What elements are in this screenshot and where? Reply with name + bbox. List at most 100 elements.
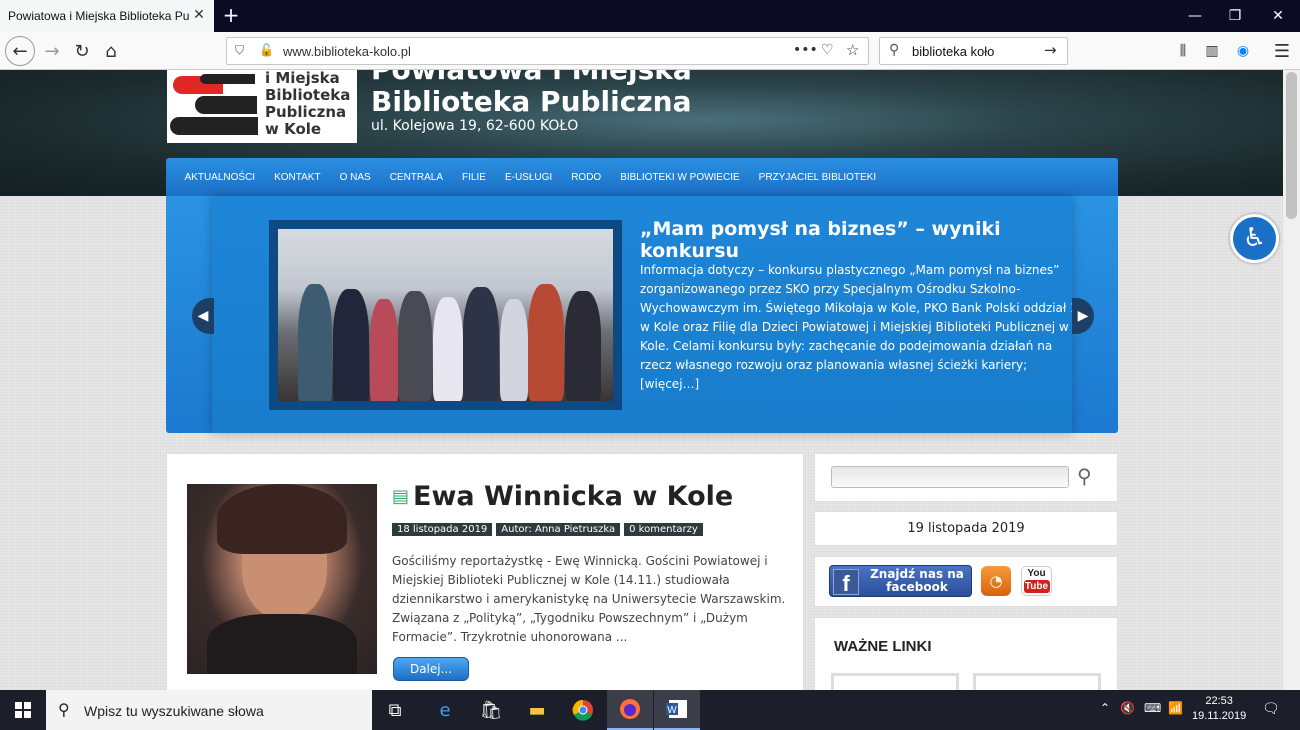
slide-text-body: Informacja dotyczy – konkursu plastyczne… — [640, 263, 1078, 372]
new-tab-button[interactable]: + — [220, 4, 242, 26]
insecure-lock-icon[interactable]: 🔓 — [259, 43, 274, 57]
books-logo-icon — [170, 70, 260, 140]
post-excerpt: Gościliśmy reportażystkę - Ewę Winnicką.… — [392, 554, 786, 644]
windows-taskbar: ⚲ Wpisz tu wyszukiwane słowa ⧉ e 🛍 ▬ W ⌃… — [0, 690, 1300, 730]
youtube-icon[interactable]: You Tube — [1021, 566, 1052, 596]
close-window-button[interactable]: ✕ — [1259, 0, 1297, 32]
scrollbar-thumb[interactable] — [1286, 72, 1297, 219]
shield-icon[interactable]: ⛉ — [235, 43, 244, 58]
main-menu: AKTUALNOŚCI KONTAKT O NAS CENTRALA FILIE… — [166, 158, 1118, 196]
word-icon[interactable]: W — [654, 690, 700, 730]
menu-item-o-nas[interactable]: O NAS — [340, 172, 371, 183]
search-icon[interactable]: ⚲ — [1077, 464, 1092, 488]
taskbar-search[interactable]: ⚲ Wpisz tu wyszukiwane słowa — [46, 690, 372, 730]
facebook-label: Znajdź nas na facebook — [870, 567, 964, 594]
page-scrollbar[interactable] — [1283, 70, 1300, 690]
page-actions-icon[interactable]: ••• — [793, 42, 818, 58]
taskbar-clock[interactable]: 22:53 19.11.2019 — [1192, 694, 1246, 724]
sidebar-date: 19 listopada 2019 — [814, 511, 1118, 546]
post-comments[interactable]: 0 komentarzy — [624, 523, 703, 536]
menu-item-przyjaciel-biblioteki[interactable]: PRZYJACIEL BIBLIOTEKI — [759, 172, 876, 183]
home-button[interactable]: ⌂ — [97, 37, 125, 65]
ime-icon[interactable]: ⌨ — [1144, 701, 1161, 715]
featured-slider: „Mam pomysł na biznes” – wyniki konkursu… — [166, 196, 1118, 433]
slide-photo[interactable] — [278, 229, 613, 401]
facebook-icon: f — [833, 569, 859, 596]
minimize-button[interactable]: — — [1176, 0, 1214, 32]
menu-hamburger-icon[interactable]: ☰ — [1268, 37, 1296, 65]
youtube-icon-you: You — [1027, 568, 1046, 579]
notifications-icon[interactable]: 🗨 — [1262, 701, 1280, 717]
menu-item-rodo[interactable]: RODO — [571, 172, 601, 183]
post-meta: 18 listopada 2019 Autor: Anna Pietruszka… — [392, 523, 703, 536]
pocket-icon[interactable]: ♡ — [821, 42, 834, 58]
sidebar-search-input[interactable] — [831, 466, 1069, 488]
address-bar[interactable]: ⛉ 🔓 www.biblioteka-kolo.pl ••• ♡ ☆ — [226, 37, 869, 65]
site-logo[interactable]: i Miejska Biblioteka Publiczna w Kole — [167, 70, 357, 143]
firefox-icon[interactable] — [607, 690, 653, 730]
volume-icon[interactable]: 🔇 — [1120, 701, 1135, 715]
slider-next-arrow-icon[interactable]: ▶ — [1072, 298, 1094, 334]
reload-button[interactable]: ↻ — [68, 37, 96, 65]
facebook-button[interactable]: f Znajdź nas na facebook — [829, 565, 972, 597]
site-title[interactable]: Powiatowa i Miejska Biblioteka Publiczna — [371, 70, 692, 118]
search-icon: ⚲ — [58, 700, 70, 719]
sidebar-icon[interactable]: ▥ — [1198, 37, 1226, 65]
post-author[interactable]: Autor: Anna Pietruszka — [496, 523, 621, 536]
site-title-line1: Powiatowa i Miejska — [371, 70, 692, 86]
task-view-icon[interactable]: ⧉ — [372, 690, 418, 730]
browser-tab[interactable]: Powiatowa i Miejska Biblioteka Publ ✕ — [0, 0, 214, 32]
menu-item-centrala[interactable]: CENTRALA — [390, 172, 443, 183]
search-query[interactable]: biblioteka koło — [912, 44, 994, 59]
slide-panel: „Mam pomysł na biznes” – wyniki konkursu… — [212, 196, 1078, 433]
post-card: ▤ Ewa Winnicka w Kole 18 listopada 2019 … — [166, 453, 804, 690]
slide-title[interactable]: „Mam pomysł na biznes” – wyniki konkursu — [640, 218, 1072, 262]
site-title-line2: Biblioteka Publiczna — [371, 85, 692, 118]
windows-start-icon[interactable] — [0, 690, 46, 730]
bookmark-star-icon[interactable]: ☆ — [846, 41, 859, 59]
slide-photo-frame[interactable] — [269, 220, 622, 410]
accessibility-icon[interactable]: ♿ — [1230, 214, 1279, 263]
account-icon[interactable]: ◉ — [1229, 37, 1257, 65]
slider-prev-arrow-icon[interactable]: ◀ — [192, 298, 214, 334]
edge-icon[interactable]: e — [422, 690, 468, 730]
menu-item-biblioteki-w-powiecie[interactable]: BIBLIOTEKI W POWIECIE — [620, 172, 739, 183]
clock-date: 19.11.2019 — [1192, 710, 1247, 722]
post-date[interactable]: 18 listopada 2019 — [392, 523, 493, 536]
post-title[interactable]: ▤ Ewa Winnicka w Kole — [392, 481, 733, 512]
network-icon[interactable]: 📶 — [1168, 701, 1183, 715]
tray-chevron-icon[interactable]: ⌃ — [1100, 701, 1110, 715]
store-icon[interactable]: 🛍 — [468, 690, 514, 730]
web-page: i Miejska Biblioteka Publiczna w Kole Po… — [0, 70, 1283, 690]
post-title-text: Ewa Winnicka w Kole — [413, 481, 734, 512]
link-card[interactable] — [973, 673, 1101, 690]
library-icon[interactable]: ⫼ — [1169, 37, 1197, 65]
slide-text: Informacja dotyczy – konkursu plastyczne… — [640, 261, 1080, 394]
menu-item-kontakt[interactable]: KONTAKT — [274, 172, 320, 183]
post-thumbnail[interactable] — [187, 484, 377, 674]
restore-button[interactable]: ❐ — [1216, 0, 1254, 32]
menu-item-e-uslugi[interactable]: E-USŁUGI — [505, 172, 552, 183]
url-text[interactable]: www.biblioteka-kolo.pl — [283, 44, 411, 59]
close-tab-icon[interactable]: ✕ — [192, 8, 206, 22]
menu-item-filie[interactable]: FILIE — [462, 172, 486, 183]
sidebar-search: ⚲ — [814, 453, 1118, 502]
file-explorer-icon[interactable]: ▬ — [514, 690, 560, 730]
sidebar-important-links: WAŻNE LINKI — [814, 617, 1118, 690]
tab-title: Powiatowa i Miejska Biblioteka Publ — [8, 9, 190, 23]
search-bar[interactable]: ⚲ biblioteka koło → — [879, 37, 1068, 65]
logo-text: i Miejska Biblioteka Publiczna w Kole — [265, 70, 351, 138]
search-go-icon[interactable]: → — [1044, 41, 1057, 59]
clock-time: 22:53 — [1205, 695, 1233, 707]
back-button[interactable]: ← — [5, 36, 35, 66]
slide-more-link[interactable]: [więcej…] — [640, 377, 699, 391]
browser-tab-bar: Powiatowa i Miejska Biblioteka Publ ✕ + … — [0, 0, 1300, 32]
link-card[interactable] — [831, 673, 959, 690]
search-icon: ⚲ — [889, 42, 900, 58]
chrome-icon[interactable] — [560, 690, 606, 730]
read-more-button[interactable]: Dalej... — [393, 657, 469, 681]
rss-icon[interactable]: ◔ — [981, 566, 1011, 596]
site-address: ul. Kolejowa 19, 62-600 KOŁO — [371, 118, 579, 134]
forward-button[interactable]: → — [38, 37, 66, 65]
menu-item-aktualnosci[interactable]: AKTUALNOŚCI — [185, 172, 256, 183]
